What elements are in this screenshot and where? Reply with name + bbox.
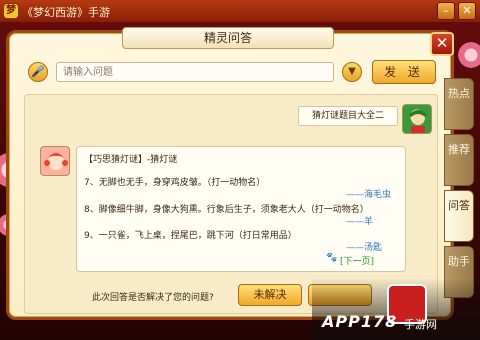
user-message: 猜灯谜题目大全二 [298, 106, 398, 126]
app-title: 《梦幻西游》手游 [22, 6, 110, 19]
user-avatar-icon [409, 110, 427, 133]
watermark-suffix: 手游网 [404, 318, 437, 331]
send-button[interactable]: 发 送 [372, 60, 436, 84]
riddle-9-answer[interactable]: ——汤匙 [346, 240, 382, 253]
app-logo-icon: 梦 [3, 3, 19, 19]
microphone-icon: 🎤 [31, 65, 45, 78]
riddle-7-answer[interactable]: ——海毛虫 [346, 187, 391, 200]
microphone-button[interactable]: 🎤 [28, 62, 48, 82]
watermark-brand: APP178 [322, 312, 398, 331]
panel-title: 精灵问答 [122, 27, 334, 49]
history-dropdown-button[interactable]: ▼ [342, 62, 362, 82]
blossom-decoration [456, 40, 480, 70]
next-page-link[interactable]: [下一页] [340, 254, 374, 267]
user-avatar [402, 104, 432, 134]
chevron-down-icon: ▼ [348, 66, 356, 77]
feedback-question: 此次回答是否解决了您的问题? [92, 293, 214, 303]
minimize-button[interactable]: – [437, 2, 455, 20]
question-input[interactable] [56, 62, 334, 82]
unsolved-button[interactable]: 未解决 [238, 284, 302, 306]
paw-icon: 🐾 [326, 253, 338, 263]
tab-qa[interactable]: 问答 [444, 190, 474, 242]
assistant-avatar-icon [44, 153, 68, 170]
riddle-7: 7、无脚也无手，身穿鸡皮皱。（打一动物名） [84, 178, 266, 188]
riddle-9: 9、一只雀，飞上桌，捏尾巴，跳下河（打日常用品） [84, 231, 297, 241]
assistant-avatar [40, 146, 70, 176]
answer-heading: 【巧思猜灯谜】-猜灯谜 [84, 155, 178, 165]
window-close-button[interactable]: ✕ [458, 2, 476, 20]
riddle-8: 8、脚像细牛脚，身像大狗熏。行象后生子，须象老大人（打一动物名） [84, 205, 369, 215]
tab-recommend[interactable]: 推荐 [444, 134, 474, 186]
riddle-8-answer[interactable]: ——羊 [346, 214, 373, 227]
title-bar: 梦 《梦幻西游》手游 – ✕ [0, 0, 480, 22]
tab-hot[interactable]: 热点 [444, 78, 474, 130]
panel-close-button[interactable]: ✕ [430, 32, 454, 56]
screen: 梦 《梦幻西游》手游 – ✕ 精灵问答 ✕ 🎤 ▼ 发 送 热点 推荐 问答 助… [0, 0, 480, 340]
